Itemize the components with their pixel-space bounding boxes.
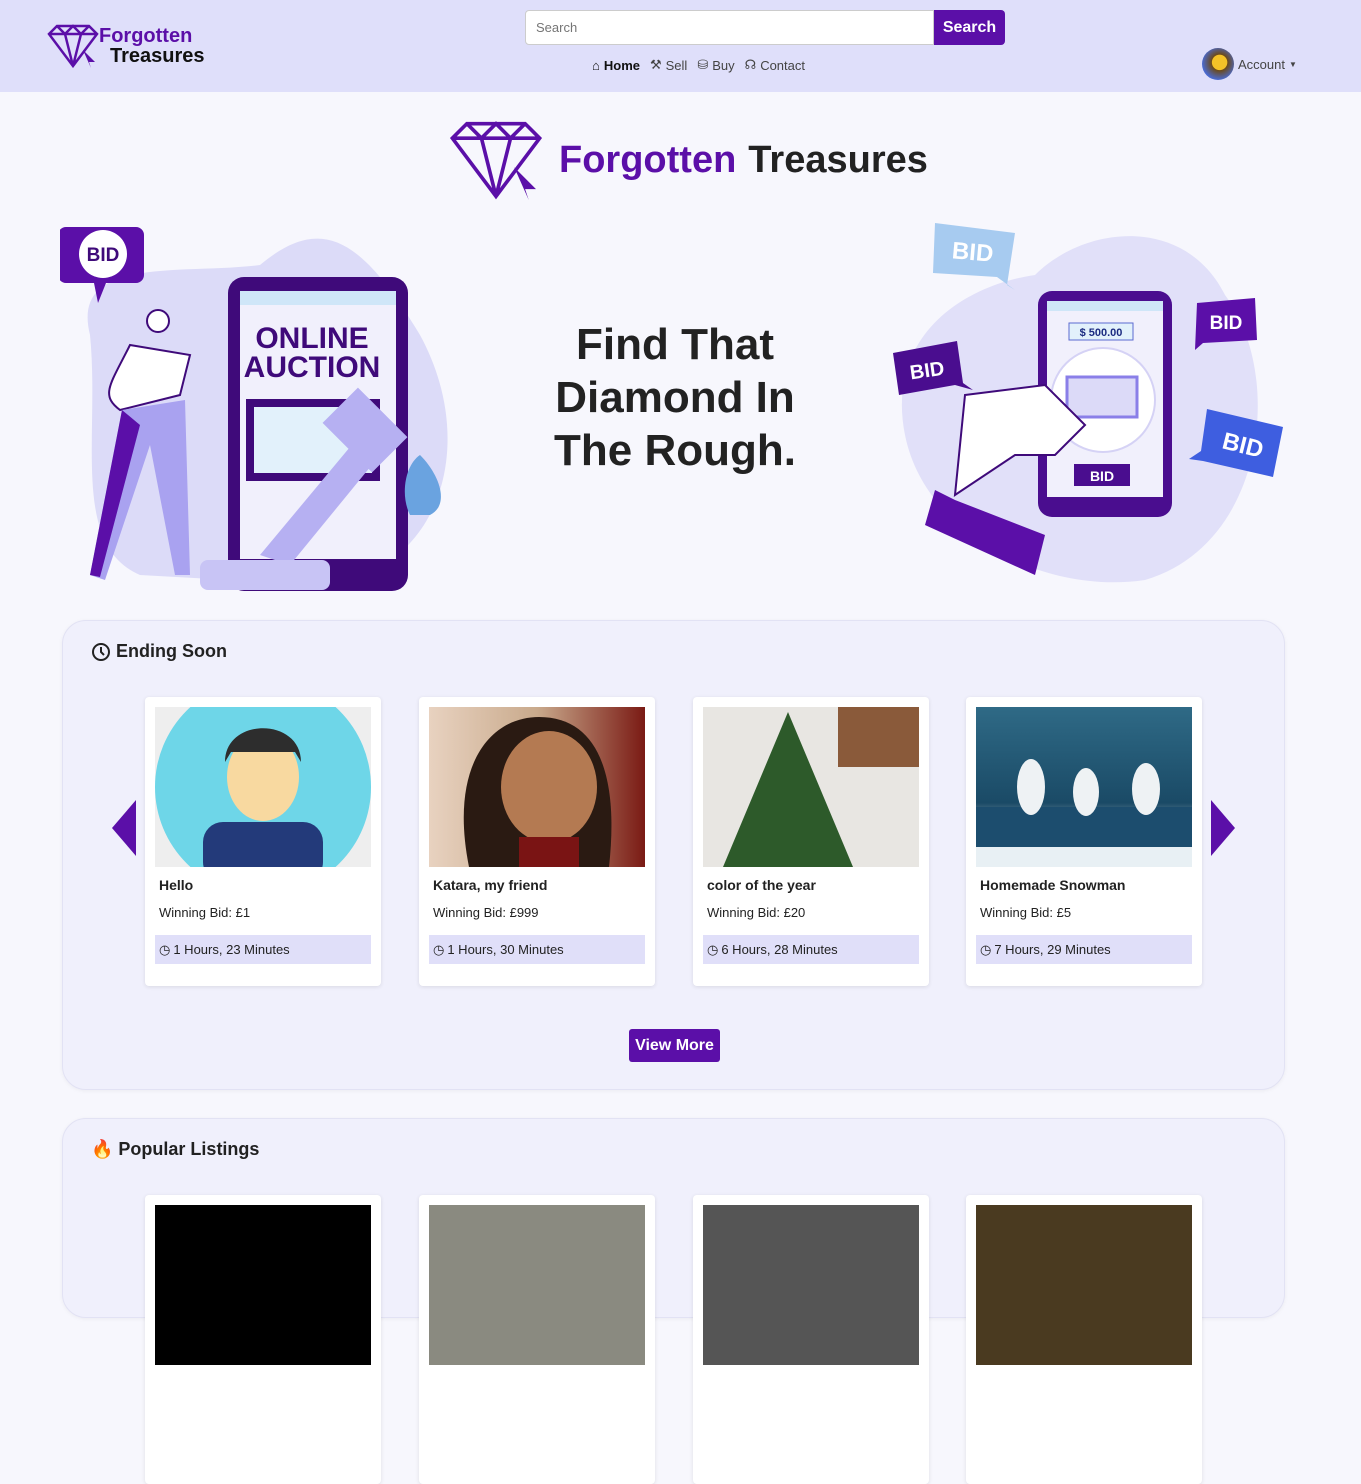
search-button[interactable]: Search <box>934 10 1005 45</box>
listing-winning-bid: Winning Bid: £999 <box>433 905 539 920</box>
account-label: Account <box>1238 56 1285 72</box>
brand-word1: Forgotten <box>559 138 737 181</box>
time-left-text: 7 Hours, 29 Minutes <box>994 942 1111 957</box>
nav-contact[interactable]: ☊ Contact <box>745 57 805 73</box>
time-left-text: 6 Hours, 28 Minutes <box>721 942 838 957</box>
listing-time-left: ◷ 7 Hours, 29 Minutes <box>976 935 1192 964</box>
hero-tagline: Find That Diamond In The Rough. <box>554 320 796 475</box>
bid-bubble-text: BID <box>87 245 120 266</box>
clock-icon: ◷ <box>159 941 171 957</box>
hand-money-icon: ⛁ <box>697 57 709 72</box>
search-form: Search <box>525 10 1005 45</box>
price-text: $ 500.00 <box>1080 327 1123 339</box>
listing-card[interactable]: Homemade Snowman Winning Bid: £5 ◷ 7 Hour… <box>966 697 1202 986</box>
listing-image[interactable] <box>703 1205 919 1365</box>
main-nav: ⌂ Home ⚒ Sell ⛁ Buy ☊ Contact <box>592 57 805 73</box>
listing-image[interactable] <box>155 707 371 867</box>
home-icon: ⌂ <box>592 57 600 73</box>
popular-listing-card[interactable] <box>966 1195 1202 1484</box>
gavel-icon: ⚒ <box>649 57 662 72</box>
clock-icon <box>92 642 110 661</box>
popular-listings-title-text: Popular Listings <box>118 1139 260 1159</box>
listing-card[interactable]: Katara, my friend Winning Bid: £999 ◷ 1 H… <box>419 697 655 986</box>
bid-button-text: BID <box>1090 468 1114 484</box>
logo-line1: Forgotten <box>99 25 193 47</box>
time-left-text: 1 Hours, 23 Minutes <box>173 942 290 957</box>
nav-sell[interactable]: ⚒ Sell <box>650 57 687 73</box>
popular-listing-card[interactable] <box>145 1195 381 1484</box>
auction-line2: AUCTION <box>244 351 381 384</box>
clock-icon: ◷ <box>433 941 445 957</box>
avatar <box>1202 48 1234 80</box>
search-input[interactable] <box>525 10 934 45</box>
online-auction-illustration: ONLINE AUCTION BID <box>60 227 448 591</box>
listing-image[interactable] <box>976 1205 1192 1365</box>
nav-sell-label: Sell <box>665 57 688 73</box>
logo-line2: Treasures <box>110 45 205 67</box>
listing-image[interactable] <box>155 1205 371 1365</box>
listing-name[interactable]: Homemade Snowman <box>980 877 1125 893</box>
listing-name[interactable]: Hello <box>159 877 193 893</box>
clock-icon: ◷ <box>707 941 719 957</box>
listing-image[interactable] <box>429 707 645 867</box>
popular-listings-title: 🔥 Popular Listings <box>91 1139 259 1160</box>
listing-image[interactable] <box>429 1205 645 1365</box>
bid-bubble-3: BID <box>1210 313 1243 334</box>
nav-buy[interactable]: ⛁ Buy <box>697 57 734 73</box>
brand-word2: Treasures <box>748 138 928 181</box>
listing-image[interactable] <box>703 707 919 867</box>
fire-icon: 🔥 <box>91 1139 114 1159</box>
listing-time-left: ◷ 1 Hours, 30 Minutes <box>429 935 645 964</box>
listing-time-left: ◷ 6 Hours, 28 Minutes <box>703 935 919 964</box>
nav-buy-label: Buy <box>712 57 735 73</box>
listing-time-left: ◷ 1 Hours, 23 Minutes <box>155 935 371 964</box>
listing-name[interactable]: color of the year <box>707 877 816 893</box>
carousel-next-button[interactable] <box>1211 800 1235 856</box>
diamond-logo-icon <box>47 24 99 68</box>
carousel-prev-button[interactable] <box>112 800 136 856</box>
popular-listing-card[interactable] <box>693 1195 929 1484</box>
nav-home[interactable]: ⌂ Home <box>592 57 640 73</box>
account-dropdown[interactable]: Account ▼ <box>1202 48 1297 80</box>
listing-name[interactable]: Katara, my friend <box>433 877 547 893</box>
brand-banner: Forgotten Treasures <box>445 120 928 200</box>
bid-bubble-1: BID <box>951 237 995 268</box>
diamond-logo-icon <box>449 121 543 200</box>
view-more-button[interactable]: View More <box>629 1029 720 1062</box>
mobile-bidding-illustration: $ 500.00 BID BID BID BID BID <box>893 223 1283 583</box>
listing-image[interactable] <box>976 707 1192 867</box>
nav-contact-label: Contact <box>760 57 805 73</box>
clock-icon: ◷ <box>980 941 992 957</box>
header-logo[interactable]: Forgotten Treasures <box>47 24 205 68</box>
nav-home-label: Home <box>603 57 640 73</box>
headphones-icon: ☊ <box>744 57 757 72</box>
listing-card[interactable]: Hello Winning Bid: £1 ◷ 1 Hours, 23 Minut… <box>145 697 381 986</box>
listing-winning-bid: Winning Bid: £20 <box>707 905 806 920</box>
time-left-text: 1 Hours, 30 Minutes <box>447 942 564 957</box>
popular-listing-card[interactable] <box>419 1195 655 1484</box>
ending-soon-title: Ending Soon <box>91 641 227 662</box>
ending-soon-title-text: Ending Soon <box>116 641 227 661</box>
listing-winning-bid: Winning Bid: £1 <box>159 905 251 920</box>
listing-winning-bid: Winning Bid: £5 <box>980 905 1072 920</box>
caret-down-icon: ▼ <box>1288 59 1297 69</box>
header: ForgottenTreasures Search ⌂Home ⚒Sell ⛁B… <box>0 0 1361 92</box>
listing-card[interactable]: color of the year Winning Bid: £20 ◷ 6 Ho… <box>693 697 929 986</box>
